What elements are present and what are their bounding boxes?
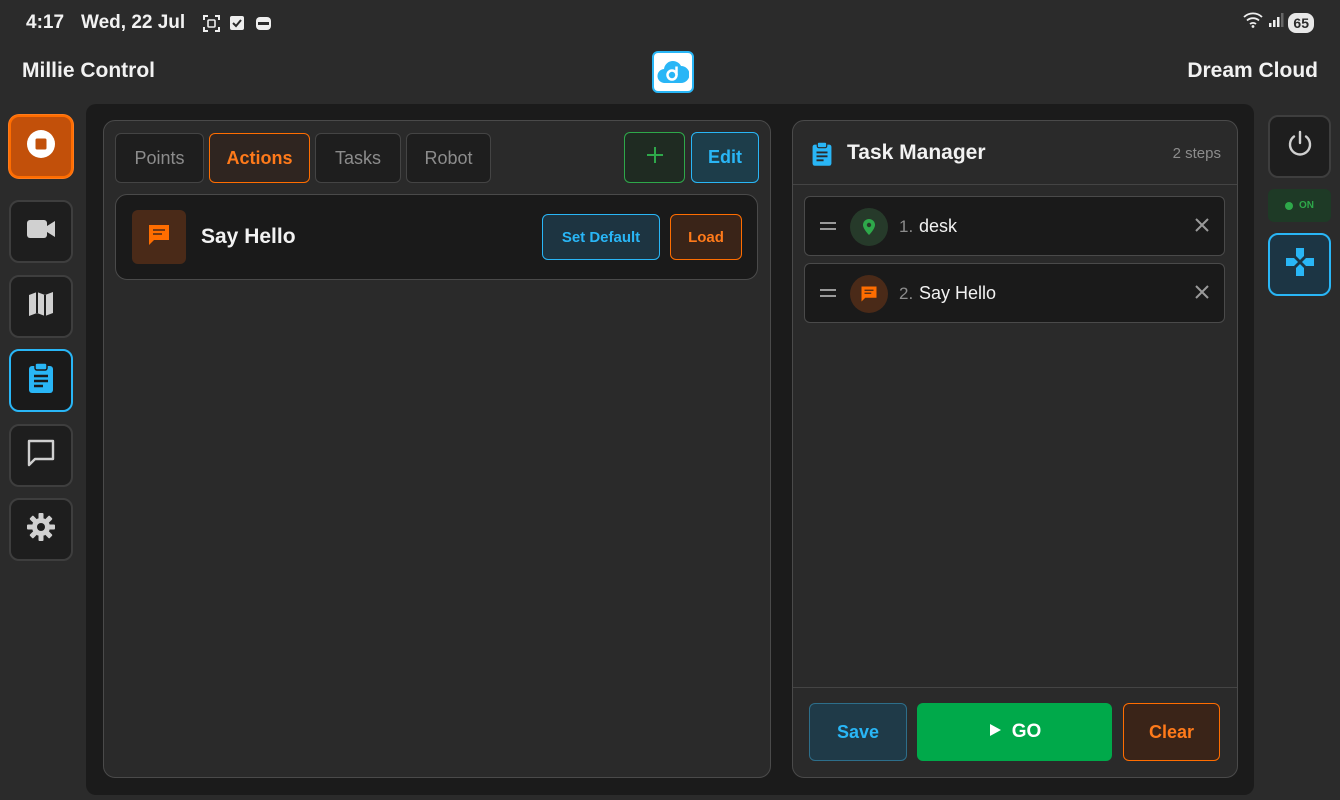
- map-icon: [27, 290, 55, 323]
- power-button[interactable]: [1268, 115, 1331, 178]
- task-manager-header: Task Manager 2 steps: [793, 121, 1237, 185]
- close-icon[interactable]: [1194, 284, 1210, 305]
- nav-camera-button[interactable]: [9, 200, 73, 263]
- gamepad-icon: [1284, 246, 1316, 283]
- gear-icon: [26, 512, 56, 547]
- set-default-button[interactable]: Set Default: [542, 214, 660, 260]
- gamepad-button[interactable]: [1268, 233, 1331, 296]
- clear-button[interactable]: Clear: [1123, 703, 1220, 761]
- check-box-icon: [228, 14, 246, 32]
- signal-icon: [1268, 12, 1284, 33]
- action-title: Say Hello: [201, 225, 296, 248]
- drag-handle-icon[interactable]: [820, 289, 836, 297]
- screenshot-icon: [202, 14, 220, 32]
- nav-chat-button[interactable]: [9, 424, 73, 487]
- task-manager-title: Task Manager: [847, 141, 986, 164]
- status-dot: [1285, 201, 1293, 210]
- wifi-icon: [1242, 12, 1264, 33]
- stop-icon: [25, 128, 57, 165]
- task-step[interactable]: 2. Say Hello: [804, 263, 1225, 323]
- dream-cloud-logo: [652, 51, 694, 93]
- task-step[interactable]: 1. desk: [804, 196, 1225, 256]
- status-label: ON: [1299, 200, 1314, 211]
- status-time: 4:17: [26, 12, 65, 33]
- drag-handle-icon[interactable]: [820, 222, 836, 230]
- chat-bubble-icon: [850, 275, 888, 313]
- action-icon-tile: [132, 210, 186, 264]
- status-badge: ON: [1268, 189, 1331, 222]
- chat-bubble-icon: [147, 223, 171, 252]
- nav-tasks-button[interactable]: [9, 349, 73, 412]
- step-label: desk: [919, 216, 958, 236]
- load-button[interactable]: Load: [670, 214, 742, 260]
- step-label: Say Hello: [919, 283, 997, 303]
- clipboard-icon: [811, 141, 833, 172]
- step-count: 2 steps: [1172, 145, 1221, 162]
- plus-icon: [646, 146, 664, 169]
- play-icon: [988, 721, 1002, 743]
- chat-icon: [26, 438, 56, 473]
- video-camera-icon: [26, 218, 56, 245]
- brand-title: Dream Cloud: [1187, 59, 1318, 82]
- go-button[interactable]: GO: [917, 703, 1112, 761]
- status-icons: [202, 14, 272, 32]
- step-number: 1.: [899, 217, 914, 236]
- status-bar: 4:17 Wed, 22 Jul 65: [0, 0, 1340, 46]
- status-date: Wed, 22 Jul: [81, 12, 186, 33]
- app-title: Millie Control: [22, 59, 155, 82]
- emergency-stop-button[interactable]: [9, 115, 73, 178]
- go-label: GO: [1011, 721, 1042, 742]
- card-icon: [254, 14, 272, 32]
- clipboard-icon: [27, 362, 55, 399]
- close-icon[interactable]: [1194, 217, 1210, 238]
- add-button[interactable]: [624, 132, 685, 183]
- battery-indicator: 65: [1288, 12, 1314, 33]
- edit-button[interactable]: Edit: [691, 132, 759, 183]
- step-number: 2.: [899, 284, 914, 303]
- tab-robot[interactable]: Robot: [406, 133, 491, 183]
- save-button[interactable]: Save: [809, 703, 907, 761]
- tab-points[interactable]: Points: [115, 133, 204, 183]
- tab-tasks[interactable]: Tasks: [315, 133, 401, 183]
- power-icon: [1286, 130, 1314, 163]
- nav-settings-button[interactable]: [9, 498, 73, 561]
- nav-map-button[interactable]: [9, 275, 73, 338]
- location-pin-icon: [850, 208, 888, 246]
- status-right: 65: [1242, 12, 1314, 33]
- tab-actions[interactable]: Actions: [209, 133, 310, 183]
